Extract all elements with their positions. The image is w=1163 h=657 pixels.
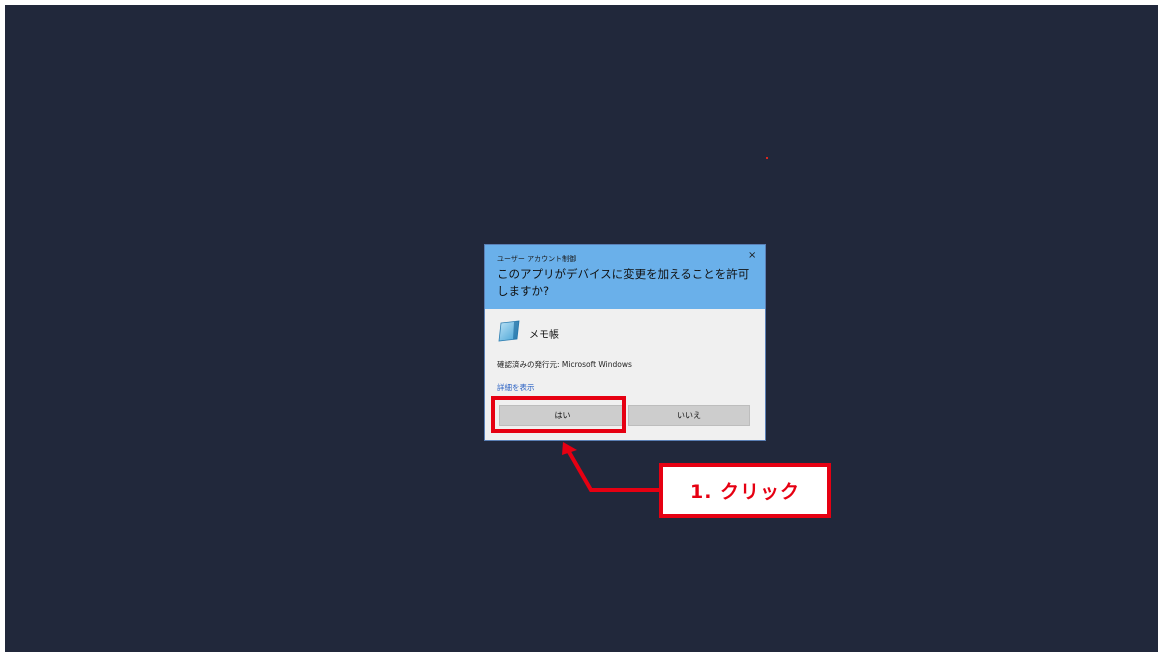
step-label: 1. クリック [663, 467, 827, 514]
dialog-question: このアプリがデバイスに変更を加えることを許可しますか? [497, 267, 750, 298]
desktop-dot [766, 157, 768, 159]
app-name: メモ帳 [529, 330, 559, 341]
dialog-title: ユーザー アカウント制御 [497, 255, 577, 263]
step-callout: 1. クリック [659, 463, 831, 518]
callout-arrow [562, 442, 660, 492]
uac-header: ユーザー アカウント制御 × このアプリがデバイスに変更を加えることを許可します… [485, 245, 765, 309]
yes-button-highlight [491, 396, 626, 433]
no-button[interactable]: いいえ [628, 405, 750, 426]
publisher-text: 確認済みの発行元: Microsoft Windows [497, 360, 632, 369]
close-button[interactable]: × [748, 250, 756, 262]
notepad-icon [498, 320, 520, 342]
show-details-link[interactable]: 詳細を表示 [497, 382, 535, 393]
